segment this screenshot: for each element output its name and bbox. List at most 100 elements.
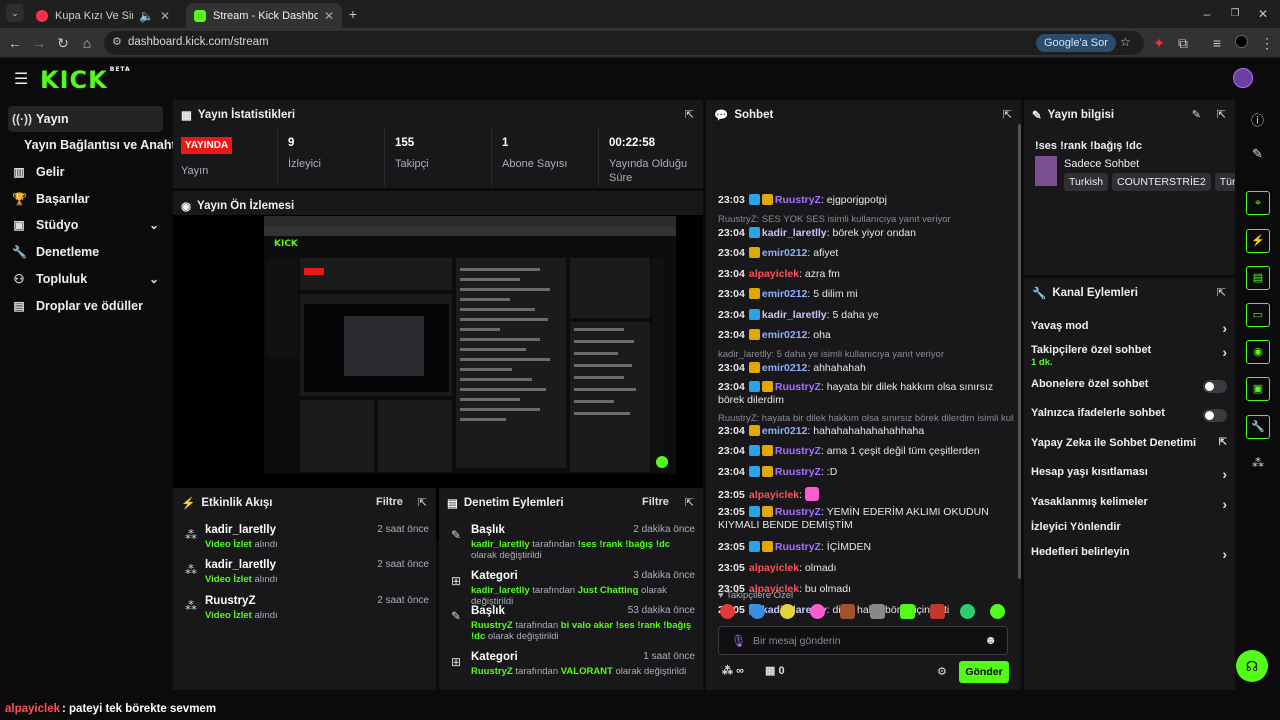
emote-icon[interactable] — [960, 604, 975, 619]
slow-mode-row[interactable]: Yavaş mod › — [1031, 320, 1227, 338]
emote-icon[interactable] — [900, 604, 915, 619]
ai-moderation-row[interactable]: Yapay Zeka ile Sohbet Denetimi ⇱ — [1031, 437, 1227, 455]
home-icon[interactable]: ⌂ — [78, 34, 96, 52]
reload-icon[interactable]: ↻ — [54, 34, 72, 52]
chat-username[interactable]: alpayiclek — [749, 489, 799, 501]
pencil-icon[interactable]: ✎ — [1252, 146, 1263, 162]
emote-icon[interactable] — [990, 604, 1005, 619]
chat-username[interactable]: emir0212 — [762, 247, 808, 259]
rail-capture-icon[interactable]: ⌖ — [1246, 191, 1270, 215]
emote-icon[interactable] — [750, 604, 765, 619]
chat-username[interactable]: RuustryZ — [775, 194, 821, 206]
feed-username[interactable]: kadir_laretlly — [205, 524, 276, 536]
back-icon[interactable]: ← — [6, 34, 24, 52]
chat-message[interactable]: 23:04 kadir_laretlly: börek yiyor ondan — [718, 227, 1014, 240]
gift-display[interactable]: ▦ 0 — [765, 664, 785, 677]
rail-chat-icon[interactable]: ▭ — [1246, 303, 1270, 327]
emote-icon[interactable] — [780, 604, 795, 619]
tag[interactable]: COUNTERSTRİE2 — [1112, 173, 1211, 191]
tag[interactable]: Turkish — [1064, 173, 1109, 191]
menu-dots-icon[interactable]: ⋮ — [1258, 34, 1276, 52]
chat-message[interactable]: 23:04 alpayiclek: azra fm — [718, 268, 1014, 281]
maximize-icon[interactable]: ❐ — [1226, 5, 1244, 23]
popout-icon[interactable]: ⇱ — [418, 496, 427, 509]
address-bar[interactable]: ⚙ dashboard.kick.com/stream Google'a Sor… — [104, 31, 1144, 55]
kick-logo[interactable]: KICK BETA — [40, 66, 131, 94]
emote-icon[interactable] — [810, 604, 825, 619]
rail-broadcast-icon[interactable]: ◉ — [1246, 340, 1270, 364]
emotes-only-toggle[interactable] — [1203, 409, 1227, 422]
tab-music[interactable]: Kupa Kızı Ve Sinek Valesi | Y 🔈 ✕ — [28, 3, 178, 28]
chat-username[interactable]: alpayiclek — [749, 268, 799, 280]
settings-gear-icon[interactable]: ⚙ — [937, 665, 947, 678]
kick-points-display[interactable]: ⁂ ∞ — [722, 664, 744, 677]
support-headset-icon[interactable]: ☊ — [1236, 650, 1268, 682]
emote-icon[interactable] — [720, 604, 735, 619]
sidebar-item-basarilar[interactable]: 🏆 Başarılar — [8, 186, 163, 212]
sidebar-item-denetleme[interactable]: 🔧 Denetleme — [8, 239, 163, 265]
feed-username[interactable]: kadir_laretlly — [205, 559, 276, 571]
chat-message[interactable]: 23:04 emir0212: ahhahahah — [718, 362, 1014, 375]
rail-document-icon[interactable]: ▤ — [1246, 266, 1270, 290]
forward-icon[interactable]: → — [30, 34, 48, 52]
chat-username[interactable]: kadir_laretlly — [762, 309, 827, 321]
chat-username[interactable]: emir0212 — [762, 288, 808, 300]
close-icon[interactable]: ✕ — [324, 9, 334, 23]
moderation-filter-button[interactable]: Filtre — [642, 496, 669, 508]
chat-message[interactable]: 23:04 emir0212: oha — [718, 329, 1014, 342]
rail-lightning-icon[interactable]: ⚡ — [1246, 229, 1270, 253]
tab-kick-dashboard[interactable]: Stream - Kick Dashboard ✕ — [186, 3, 342, 28]
chat-message[interactable]: 23:03 RuustryZ: ejgporjgpotpj — [718, 194, 1014, 207]
chat-message[interactable]: 23:04 RuustryZ: hayata bir dilek hakkım o… — [718, 381, 1014, 407]
chat-username[interactable]: emir0212 — [762, 425, 808, 437]
chat-message[interactable]: 23:04 emir0212: 5 dilim mi — [718, 288, 1014, 301]
rail-wrench-icon[interactable]: 🔧 — [1246, 415, 1270, 439]
popout-icon[interactable]: ⇱ — [1003, 108, 1012, 121]
microphone-icon[interactable]: 🎙 — [731, 634, 746, 648]
sidebar-item-stream-key[interactable]: Yayın Bağlantısı ve Anahtarı — [24, 132, 191, 158]
subscribers-only-toggle[interactable] — [1203, 380, 1227, 393]
minimize-icon[interactable]: – — [1198, 5, 1216, 23]
edit-icon[interactable]: ✎ — [1192, 108, 1201, 121]
chat-message[interactable]: 23:05 RuustryZ: İÇİMDEN — [718, 541, 1014, 554]
chat-input[interactable]: 🎙 Bir mesaj gönderin ☻ — [718, 626, 1008, 655]
feed-username[interactable]: RuustryZ — [205, 595, 255, 607]
chat-username[interactable]: RuustryZ — [775, 381, 821, 393]
sidebar-item-studyo[interactable]: ▣ Stüdyo ⌄ — [8, 212, 163, 238]
chat-message[interactable]: 23:04 kadir_laretlly: 5 daha ye — [718, 309, 1014, 322]
followers-only-row[interactable]: Takipçilere özel sohbet › 1 dk. — [1031, 344, 1227, 374]
emote-icon[interactable] — [870, 604, 885, 619]
chat-username[interactable]: RuustryZ — [775, 466, 821, 478]
chat-message[interactable]: 23:05 RuustryZ: YEMİN EDERİM AKLIMI OKUDU… — [718, 506, 1014, 532]
sidebar-item-droplar[interactable]: ▤ Droplar ve ödüller — [8, 293, 163, 319]
raid-row[interactable]: İzleyici Yönlendir — [1031, 521, 1227, 539]
media-icon[interactable]: ≡ — [1208, 34, 1226, 52]
chat-username[interactable]: emir0212 — [762, 362, 808, 374]
tag[interactable]: Tür — [1214, 173, 1235, 191]
info-icon[interactable]: ⓘ — [1251, 110, 1264, 129]
chat-username[interactable]: kadir_laretlly — [762, 227, 827, 239]
chat-username[interactable]: alpayiclek — [749, 562, 799, 574]
new-tab-icon[interactable]: + — [344, 5, 362, 23]
sidebar-item-yayin[interactable]: ((·)) Yayın — [8, 106, 163, 132]
chat-message[interactable]: 23:05 alpayiclek: — [718, 487, 1014, 502]
extensions-puzzle-icon[interactable]: ⧉ — [1174, 34, 1192, 52]
extension-icon[interactable]: ✦ — [1150, 34, 1168, 52]
rail-points-icon[interactable]: ⁂ — [1252, 456, 1264, 470]
chat-message[interactable]: 23:04 RuustryZ: ama 1 çeşit değil tüm çeş… — [718, 445, 1014, 458]
goals-row[interactable]: Hedefleri belirleyin › — [1031, 546, 1227, 564]
banned-words-row[interactable]: Yasaklanmış kelimeler › — [1031, 496, 1227, 514]
profile-avatar-icon[interactable] — [1234, 35, 1248, 48]
window-close-icon[interactable]: ✕ — [1254, 5, 1272, 23]
emote-icon[interactable] — [930, 604, 945, 619]
stream-category[interactable]: Sadece Sohbet — [1064, 158, 1139, 170]
chat-username[interactable]: RuustryZ — [775, 445, 821, 457]
chat-username[interactable]: emir0212 — [762, 329, 808, 341]
site-info-icon[interactable]: ⚙ — [112, 35, 122, 48]
close-icon[interactable]: ✕ — [160, 9, 170, 23]
emote-icon[interactable] — [840, 604, 855, 619]
chat-username[interactable]: RuustryZ — [775, 506, 821, 518]
chat-message[interactable]: 23:04 emir0212: hahahahahahahahhaha — [718, 425, 1014, 438]
chat-message[interactable]: 23:04 RuustryZ: :D — [718, 466, 1014, 479]
user-avatar[interactable] — [1233, 68, 1253, 88]
